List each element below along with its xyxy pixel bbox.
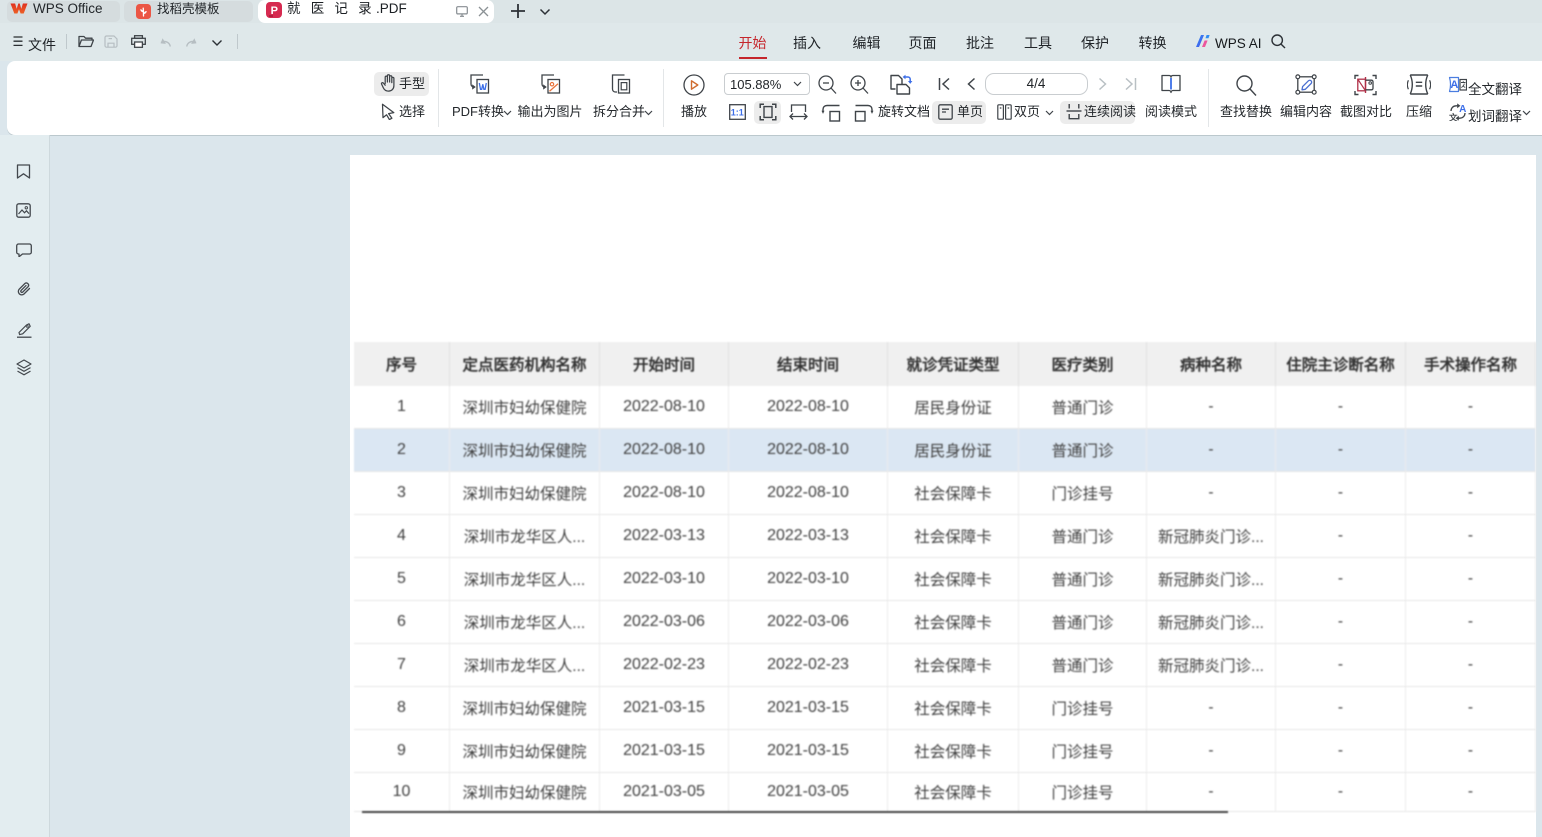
svg-text:A: A xyxy=(1450,79,1458,91)
svg-text:A: A xyxy=(1459,104,1466,115)
svg-text:文: 文 xyxy=(1449,113,1458,122)
svg-text:1:1: 1:1 xyxy=(731,108,744,118)
svg-text:P: P xyxy=(271,5,278,17)
